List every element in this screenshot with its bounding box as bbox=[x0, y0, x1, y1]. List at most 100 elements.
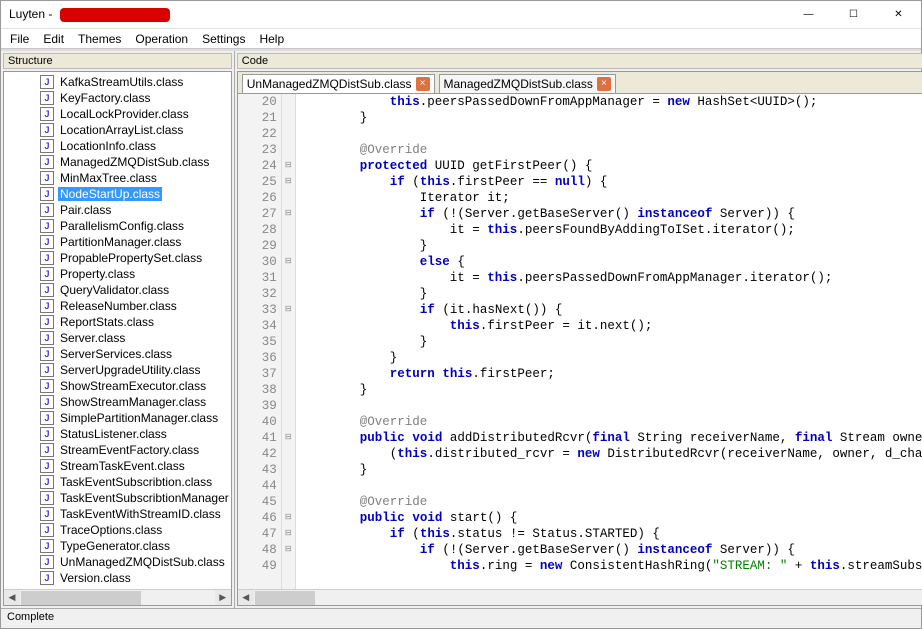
java-file-icon: J bbox=[40, 507, 54, 521]
tree-item[interactable]: JStatusListener.class bbox=[4, 426, 231, 442]
tree-item[interactable]: JTraceOptions.class bbox=[4, 522, 231, 538]
tab-close-icon[interactable]: × bbox=[597, 77, 611, 91]
tree-hscroll[interactable]: ◀ ▶ bbox=[4, 589, 231, 605]
tree-item[interactable]: JStreamTaskEvent.class bbox=[4, 458, 231, 474]
java-file-icon: J bbox=[40, 139, 54, 153]
code-line[interactable]: } bbox=[300, 382, 922, 398]
tree-item[interactable]: JManagedZMQDistSub.class bbox=[4, 154, 231, 170]
code-line[interactable]: it = this.peersFoundByAddingToISet.itera… bbox=[300, 222, 922, 238]
code-line[interactable]: if (!(Server.getBaseServer() instanceof … bbox=[300, 542, 922, 558]
code-line[interactable]: if (this.firstPeer == null) { bbox=[300, 174, 922, 190]
code-line[interactable]: } bbox=[300, 462, 922, 478]
tree-item[interactable]: JParallelismConfig.class bbox=[4, 218, 231, 234]
code-line[interactable]: } bbox=[300, 238, 922, 254]
structure-title: Structure bbox=[3, 53, 232, 69]
tree-item[interactable]: JServerUpgradeUtility.class bbox=[4, 362, 231, 378]
code-line[interactable] bbox=[300, 398, 922, 414]
code-area[interactable]: this.peersPassedDownFromAppManager = new… bbox=[296, 94, 922, 589]
tree-item[interactable]: JTypeGenerator.class bbox=[4, 538, 231, 554]
tree-item[interactable]: JKeyFactory.class bbox=[4, 90, 231, 106]
tree-item[interactable]: JShowStreamManager.class bbox=[4, 394, 231, 410]
tree-item[interactable]: JMinMaxTree.class bbox=[4, 170, 231, 186]
menu-themes[interactable]: Themes bbox=[71, 30, 128, 48]
close-button[interactable]: ✕ bbox=[876, 1, 921, 28]
tree-item[interactable]: JLocationInfo.class bbox=[4, 138, 231, 154]
menu-edit[interactable]: Edit bbox=[36, 30, 71, 48]
code-line[interactable]: this.ring = new ConsistentHashRing("STRE… bbox=[300, 558, 922, 574]
tree-item[interactable]: JTaskEventSubscribtionManager bbox=[4, 490, 231, 506]
code-line[interactable]: } bbox=[300, 350, 922, 366]
tree-item[interactable]: JReportStats.class bbox=[4, 314, 231, 330]
tree-item[interactable]: JSimplePartitionManager.class bbox=[4, 410, 231, 426]
code-line[interactable] bbox=[300, 478, 922, 494]
tree-item[interactable]: JServer.class bbox=[4, 330, 231, 346]
java-file-icon: J bbox=[40, 91, 54, 105]
menu-help[interactable]: Help bbox=[252, 30, 291, 48]
code-line[interactable]: if (it.hasNext()) { bbox=[300, 302, 922, 318]
code-line[interactable]: protected UUID getFirstPeer() { bbox=[300, 158, 922, 174]
tree-item[interactable]: JShowStreamExecutor.class bbox=[4, 378, 231, 394]
java-file-icon: J bbox=[40, 75, 54, 89]
code-line[interactable]: public void addDistributedRcvr(final Str… bbox=[300, 430, 922, 446]
tree-item[interactable]: JReleaseNumber.class bbox=[4, 298, 231, 314]
tree-item[interactable]: JQueryValidator.class bbox=[4, 282, 231, 298]
code-line[interactable]: (this.distributed_rcvr = new Distributed… bbox=[300, 446, 922, 462]
code-line[interactable]: } bbox=[300, 110, 922, 126]
maximize-button[interactable]: ☐ bbox=[831, 1, 876, 28]
code-line[interactable]: @Override bbox=[300, 142, 922, 158]
tree-item[interactable]: JServerServices.class bbox=[4, 346, 231, 362]
code-line[interactable]: this.peersPassedDownFromAppManager = new… bbox=[300, 94, 922, 110]
java-file-icon: J bbox=[40, 299, 54, 313]
code-hscroll[interactable]: ◀ ▶ bbox=[238, 589, 922, 605]
menu-operation[interactable]: Operation bbox=[128, 30, 195, 48]
tree-item[interactable]: JProperty.class bbox=[4, 266, 231, 282]
code-line[interactable]: public void start() { bbox=[300, 510, 922, 526]
code-body: UnManagedZMQDistSub.class×ManagedZMQDist… bbox=[237, 71, 922, 606]
tree-item[interactable]: JLocalLockProvider.class bbox=[4, 106, 231, 122]
tree-item[interactable]: JLocationArrayList.class bbox=[4, 122, 231, 138]
tree-item-label: ParallelismConfig.class bbox=[58, 219, 186, 233]
tree-item-label: Pair.class bbox=[58, 203, 113, 217]
scroll-left-icon[interactable]: ◀ bbox=[238, 590, 254, 606]
code-line[interactable] bbox=[300, 126, 922, 142]
tree-item[interactable]: JTaskEventSubscribtion.class bbox=[4, 474, 231, 490]
editor-tab[interactable]: ManagedZMQDistSub.class× bbox=[439, 74, 616, 93]
code-line[interactable]: if (this.status != Status.STARTED) { bbox=[300, 526, 922, 542]
code-line[interactable]: Iterator it; bbox=[300, 190, 922, 206]
code-line[interactable]: } bbox=[300, 286, 922, 302]
editor-tab[interactable]: UnManagedZMQDistSub.class× bbox=[242, 74, 435, 93]
tree-item[interactable]: JVersion.class bbox=[4, 570, 231, 586]
code-line[interactable]: } bbox=[300, 334, 922, 350]
java-file-icon: J bbox=[40, 187, 54, 201]
tree-item-label: UnManagedZMQDistSub.class bbox=[58, 555, 227, 569]
tree-item[interactable]: JTaskEventWithStreamID.class bbox=[4, 506, 231, 522]
java-file-icon: J bbox=[40, 171, 54, 185]
code-line[interactable]: else { bbox=[300, 254, 922, 270]
titlebar: Luyten - — ☐ ✕ bbox=[1, 1, 921, 29]
tree-item[interactable]: JPropablePropertySet.class bbox=[4, 250, 231, 266]
tree-item[interactable]: JStreamEventFactory.class bbox=[4, 442, 231, 458]
tree-item-label: StreamTaskEvent.class bbox=[58, 459, 187, 473]
minimize-button[interactable]: — bbox=[786, 1, 831, 28]
menu-settings[interactable]: Settings bbox=[195, 30, 252, 48]
menu-file[interactable]: File bbox=[3, 30, 36, 48]
scroll-thumb[interactable] bbox=[21, 591, 141, 605]
redacted-title bbox=[60, 8, 170, 22]
tree-item-label: TaskEventSubscribtionManager bbox=[58, 491, 231, 505]
scroll-left-icon[interactable]: ◀ bbox=[4, 590, 20, 606]
tree-item[interactable]: JKafkaStreamUtils.class bbox=[4, 74, 231, 90]
code-line[interactable]: @Override bbox=[300, 494, 922, 510]
file-tree[interactable]: JKafkaStreamUtils.classJKeyFactory.class… bbox=[4, 72, 231, 589]
code-line[interactable]: return this.firstPeer; bbox=[300, 366, 922, 382]
scroll-right-icon[interactable]: ▶ bbox=[215, 590, 231, 606]
scroll-thumb[interactable] bbox=[255, 591, 315, 605]
tree-item[interactable]: JNodeStartUp.class bbox=[4, 186, 231, 202]
tab-close-icon[interactable]: × bbox=[416, 77, 430, 91]
code-line[interactable]: it = this.peersPassedDownFromAppManager.… bbox=[300, 270, 922, 286]
code-line[interactable]: if (!(Server.getBaseServer() instanceof … bbox=[300, 206, 922, 222]
code-line[interactable]: this.firstPeer = it.next(); bbox=[300, 318, 922, 334]
tree-item[interactable]: JPair.class bbox=[4, 202, 231, 218]
code-line[interactable]: @Override bbox=[300, 414, 922, 430]
tree-item[interactable]: JPartitionManager.class bbox=[4, 234, 231, 250]
tree-item[interactable]: JUnManagedZMQDistSub.class bbox=[4, 554, 231, 570]
